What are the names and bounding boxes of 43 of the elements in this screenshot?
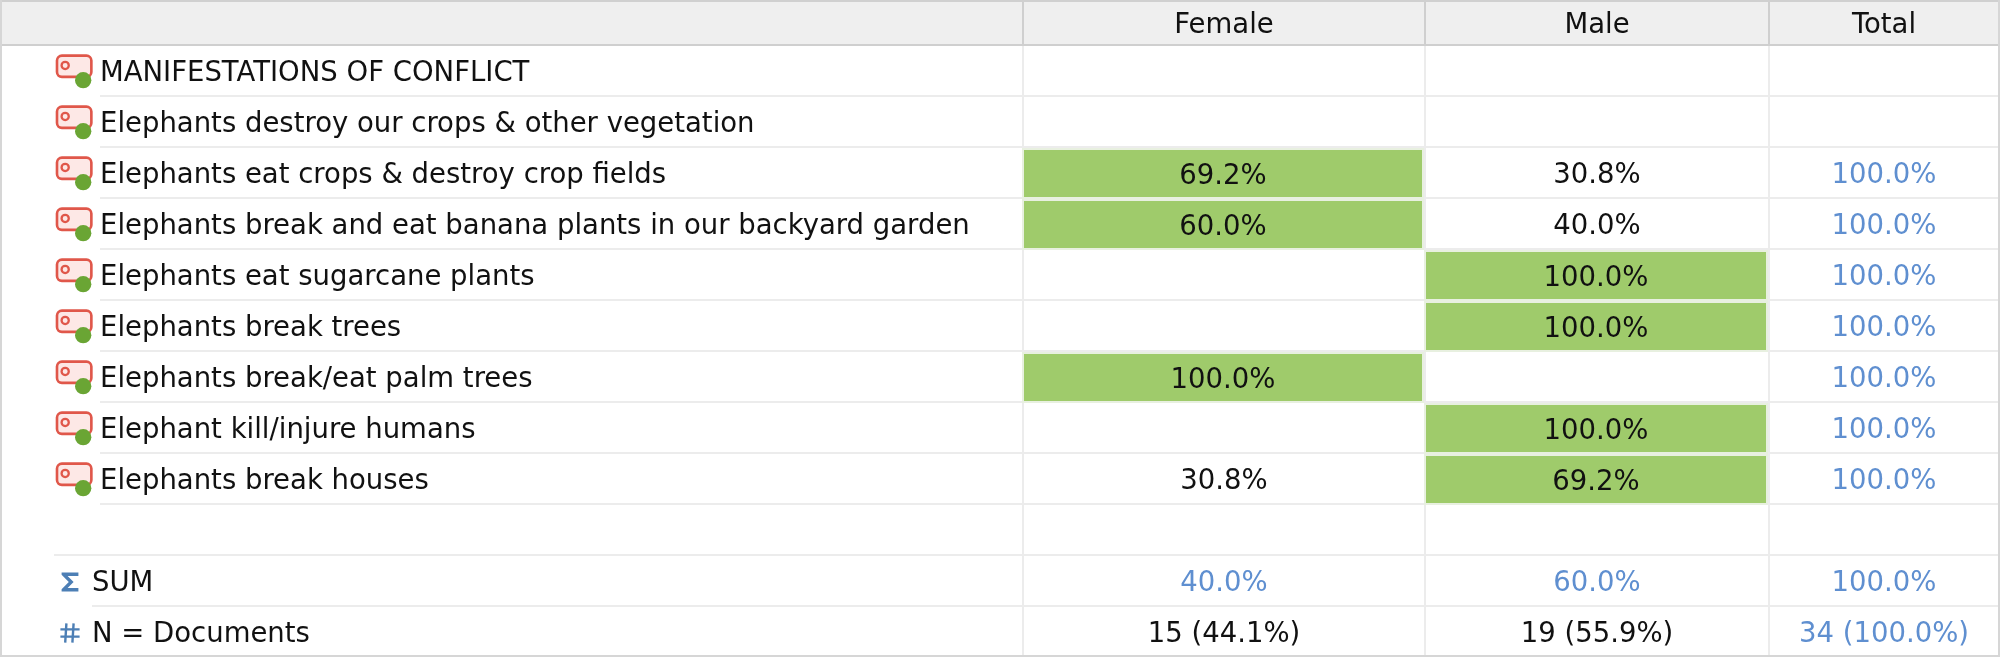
table-cell: 30.8%	[1022, 454, 1424, 505]
table-cell: 40.0%	[1022, 556, 1424, 607]
table-cell: 100.0%	[1768, 199, 1998, 250]
code-label[interactable]: Elephants eat crops & destroy crop fields	[100, 148, 1022, 199]
highlighted-cell: 100.0%	[1424, 403, 1768, 454]
code-label[interactable]: Elephants destroy our crops & other vegetation	[100, 97, 1022, 148]
code-tag-icon	[54, 155, 96, 192]
table-cell: 100.0%	[1768, 352, 1998, 403]
count-label: N = Documents	[92, 607, 1022, 655]
highlighted-cell: 69.2%	[1022, 148, 1424, 199]
table-cell: 100.0%	[1768, 403, 1998, 454]
code-label[interactable]: MANIFESTATIONS OF CONFLICT	[100, 46, 1022, 97]
table-cell: 60.0%	[1424, 556, 1768, 607]
table-cell: 100.0%	[1768, 556, 1998, 607]
code-tag-icon	[54, 53, 96, 90]
code-tag-icon	[54, 206, 96, 243]
code-tag-icon	[54, 410, 96, 447]
code-label[interactable]: Elephants eat sugarcane plants	[100, 250, 1022, 301]
table-cell: 100.0%	[1768, 454, 1998, 505]
code-tag-icon	[54, 104, 96, 141]
sum-label: SUM	[92, 556, 1022, 607]
code-label[interactable]: Elephants break trees	[100, 301, 1022, 352]
table-cell: 15 (44.1%)	[1022, 607, 1424, 655]
highlighted-cell: 60.0%	[1022, 199, 1424, 250]
table-cell: 100.0%	[1768, 301, 1998, 352]
highlighted-cell: 100.0%	[1022, 352, 1424, 403]
table-cell: 30.8%	[1424, 148, 1768, 199]
table-cell: 34 (100.0%)	[1768, 607, 1998, 655]
code-label[interactable]: Elephants break/eat palm trees	[100, 352, 1022, 403]
code-tag-icon	[54, 308, 96, 345]
table-cell: 19 (55.9%)	[1424, 607, 1768, 655]
code-tag-icon	[54, 257, 96, 294]
code-label[interactable]: Elephants break and eat banana plants in our backyard garden	[100, 199, 1022, 250]
code-tag-icon	[54, 461, 96, 498]
code-tag-icon	[54, 359, 96, 396]
table-cell: 100.0%	[1768, 148, 1998, 199]
code-label[interactable]: Elephants break houses	[100, 454, 1022, 505]
hash-icon	[58, 620, 82, 645]
highlighted-cell: 100.0%	[1424, 301, 1768, 352]
table-cell: 100.0%	[1768, 250, 1998, 301]
code-label[interactable]: Elephant kill/injure humans	[100, 403, 1022, 454]
highlighted-cell: 69.2%	[1424, 454, 1768, 505]
highlighted-cell: 100.0%	[1424, 250, 1768, 301]
